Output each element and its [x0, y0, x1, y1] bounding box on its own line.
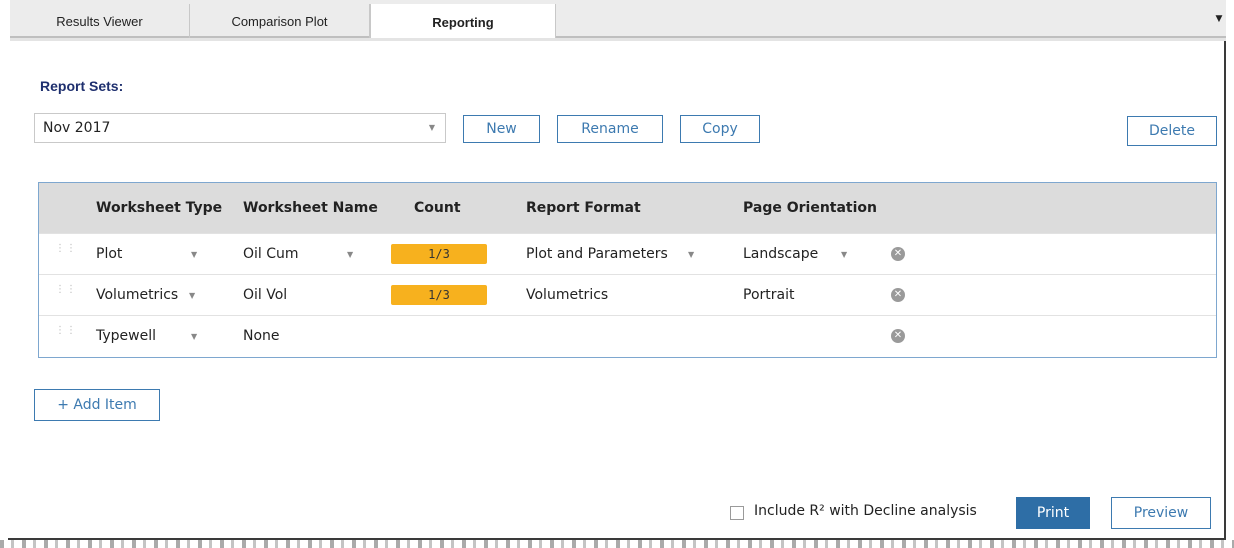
count-badge: 1/3 — [391, 285, 487, 305]
tab-menu-chevron-down-icon[interactable]: ▼ — [1214, 12, 1224, 26]
preview-button[interactable]: Preview — [1111, 497, 1211, 529]
worksheet-type-value: Typewell — [96, 328, 156, 344]
header-page-orientation: Page Orientation — [743, 200, 878, 216]
table-header: Worksheet Type Worksheet Name Count Repo… — [39, 183, 1216, 233]
header-worksheet-name: Worksheet Name — [243, 200, 378, 216]
report-sets-label: Report Sets: — [40, 78, 124, 94]
torn-edge — [0, 540, 1234, 548]
count-badge: 1/3 — [391, 244, 487, 264]
table-row: ⋮⋮ Plot ▼ Oil Cum ▼ 1/3 Plot and Paramet… — [39, 233, 1216, 274]
drag-handle-icon[interactable]: ⋮⋮ — [55, 326, 76, 344]
report-format-value: Plot and Parameters — [526, 246, 668, 262]
chevron-down-icon[interactable]: ▼ — [841, 250, 847, 259]
report-format-value: Volumetrics — [526, 287, 609, 303]
worksheet-type-select[interactable]: Volumetrics — [96, 275, 178, 315]
drag-handle-icon[interactable]: ⋮⋮ — [55, 244, 76, 262]
copy-button[interactable]: Copy — [680, 115, 760, 143]
include-r2-checkbox[interactable] — [730, 506, 744, 520]
chevron-down-icon[interactable]: ▼ — [688, 250, 694, 259]
worksheet-type-select[interactable]: Typewell — [96, 316, 156, 356]
worksheet-table: Worksheet Type Worksheet Name Count Repo… — [38, 182, 1217, 358]
worksheet-type-value: Volumetrics — [96, 287, 179, 303]
remove-row-close-icon[interactable]: ✕ — [891, 329, 905, 343]
page-orientation-value: Portrait — [743, 287, 795, 303]
new-button[interactable]: New — [463, 115, 540, 143]
drag-handle-icon[interactable]: ⋮⋮ — [55, 285, 76, 303]
header-count: Count — [414, 200, 461, 216]
report-set-select[interactable]: Nov 2017 ▼ — [34, 113, 446, 143]
worksheet-name-value: Oil Vol — [243, 287, 288, 303]
include-r2-label: Include R² with Decline analysis — [754, 503, 977, 519]
header-worksheet-type: Worksheet Type — [96, 200, 223, 216]
tab-reporting[interactable]: Reporting — [370, 4, 556, 40]
worksheet-type-select[interactable]: Plot — [96, 234, 122, 274]
tab-bar: Results Viewer Comparison Plot Reporting… — [10, 0, 1226, 40]
remove-row-close-icon[interactable]: ✕ — [891, 247, 905, 261]
tab-results-viewer[interactable]: Results Viewer — [10, 4, 190, 38]
table-row: ⋮⋮ Volumetrics ▼ Oil Vol 1/3 Volumetrics… — [39, 274, 1216, 315]
add-item-button[interactable]: + Add Item — [34, 389, 160, 421]
tab-comparison-plot[interactable]: Comparison Plot — [190, 4, 370, 38]
worksheet-name-value: Oil Cum — [243, 246, 299, 262]
report-set-value: Nov 2017 — [43, 120, 111, 136]
worksheet-name-value: None — [243, 328, 280, 344]
print-button[interactable]: Print — [1016, 497, 1090, 529]
page-orientation-value: Landscape — [743, 246, 819, 262]
report-format-select[interactable]: Plot and Parameters — [526, 234, 668, 274]
delete-button[interactable]: Delete — [1127, 116, 1217, 146]
chevron-down-icon[interactable]: ▼ — [189, 291, 195, 300]
worksheet-type-value: Plot — [96, 246, 123, 262]
rename-button[interactable]: Rename — [557, 115, 663, 143]
tab-divider — [10, 38, 1226, 41]
chevron-down-icon[interactable]: ▼ — [191, 332, 197, 341]
page-orientation-select[interactable]: Landscape — [743, 234, 818, 274]
remove-row-close-icon[interactable]: ✕ — [891, 288, 905, 302]
table-row: ⋮⋮ Typewell ▼ None ✕ — [39, 315, 1216, 356]
chevron-down-icon[interactable]: ▼ — [191, 250, 197, 259]
chevron-down-icon[interactable]: ▼ — [347, 250, 353, 259]
worksheet-name-select[interactable]: Oil Cum — [243, 234, 299, 274]
chevron-down-icon: ▼ — [428, 123, 435, 132]
header-report-format: Report Format — [526, 200, 641, 216]
